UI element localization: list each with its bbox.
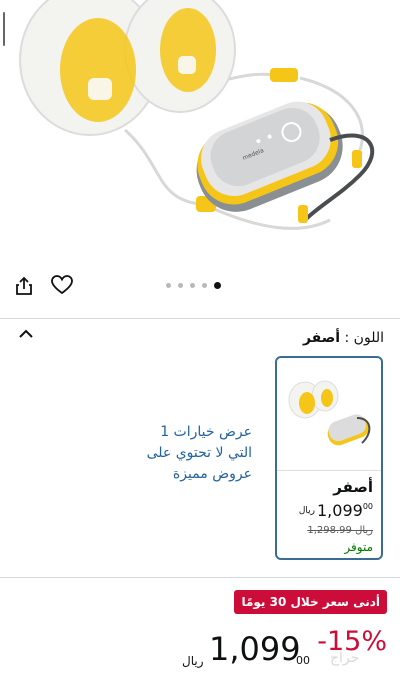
variant-thumbnail (288, 380, 371, 446)
price-frac: 00 (296, 654, 310, 667)
carousel-indicator (166, 280, 221, 290)
card-divider (277, 470, 381, 471)
other-options-link[interactable]: عرض خيارات 1 التي لا تحتوي على عروض مميز… (132, 422, 252, 485)
image-scrollbar[interactable] (3, 12, 5, 46)
deal-badge: أدنى سعر خلال 30 يومًا (234, 590, 387, 614)
price-currency: ريال (182, 654, 204, 668)
carousel-dot[interactable] (190, 282, 195, 288)
variant-price-frac: 00 (362, 502, 373, 511)
product-image[interactable]: medela (0, 0, 400, 258)
carousel-dot[interactable] (202, 282, 207, 288)
divider (0, 318, 400, 319)
carousel-dot[interactable] (166, 282, 171, 288)
variant-price: ريال 1,099 00 (299, 501, 373, 520)
variant-old-price: 1,298.99 ريال (307, 525, 373, 536)
selected-color: أصفر (302, 330, 341, 346)
divider (0, 577, 400, 578)
collapse-button[interactable] (16, 326, 40, 346)
share-icon (16, 276, 32, 295)
chevron-up-icon (19, 329, 33, 338)
price-int: 1,099 (209, 630, 301, 668)
variant-price-int: 1,099 (317, 501, 363, 520)
variant-name: أصفر (333, 478, 373, 496)
wishlist-button[interactable] (48, 271, 76, 299)
variant-currency: ريال (298, 506, 315, 516)
watermark: حراج (330, 650, 360, 666)
carousel-dot[interactable] (214, 281, 221, 289)
carousel-dot[interactable] (178, 282, 183, 288)
share-button[interactable] (10, 272, 38, 300)
breast-pump-illustration: medela (19, 0, 375, 230)
color-label-text: اللون : (344, 330, 384, 346)
color-label: اللون : أصفر (303, 330, 384, 346)
variant-availability: متوفر (344, 540, 373, 554)
heart-icon (51, 275, 73, 295)
variant-card-yellow[interactable]: أصفر ريال 1,099 00 1,298.99 ريال متوفر (275, 356, 383, 560)
